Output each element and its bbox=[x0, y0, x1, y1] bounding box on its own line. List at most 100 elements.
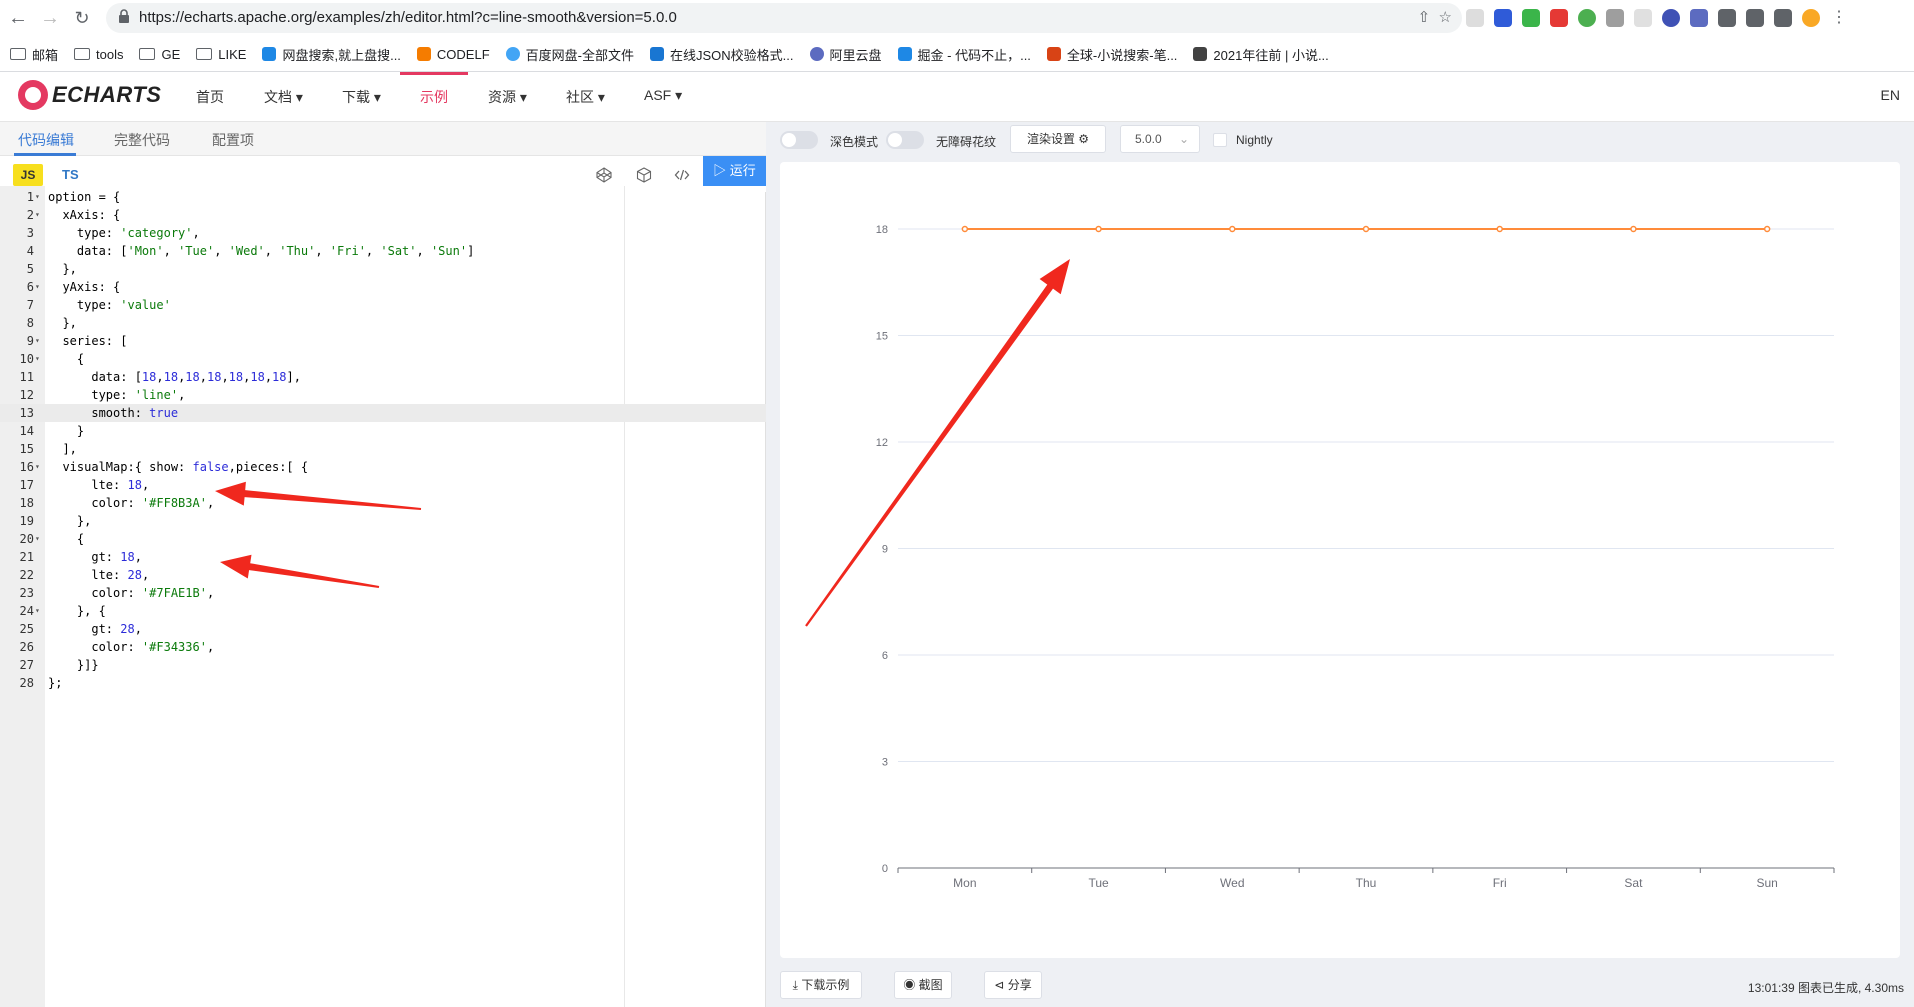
code-line[interactable]: 16 ▾ visualMap:{ show: false,pieces:[ { bbox=[0, 458, 766, 476]
code-line[interactable]: 21 gt: 18, bbox=[0, 548, 766, 566]
folder-icon bbox=[10, 48, 26, 60]
bookmark-folder[interactable]: GE bbox=[139, 47, 180, 62]
code-icon[interactable] bbox=[674, 167, 690, 183]
nightly-checkbox[interactable] bbox=[1213, 133, 1227, 147]
fold-toggle-icon[interactable]: ▾ bbox=[35, 458, 43, 476]
fold-toggle-icon[interactable]: ▾ bbox=[35, 350, 43, 368]
code-line[interactable]: 9 ▾ series: [ bbox=[0, 332, 766, 350]
code-line[interactable]: 4 data: ['Mon', 'Tue', 'Wed', 'Thu', 'Fr… bbox=[0, 242, 766, 260]
bookmark-link[interactable]: 在线JSON校验格式... bbox=[650, 45, 794, 64]
bookmark-link[interactable]: 阿里云盘 bbox=[809, 45, 882, 64]
code-line[interactable]: 19 }, bbox=[0, 512, 766, 530]
code-line[interactable]: 18 color: '#FF8B3A', bbox=[0, 494, 766, 512]
render-settings-button[interactable]: 渲染设置 ⚙ bbox=[1010, 125, 1106, 153]
menu-icon[interactable]: ⋮ bbox=[1830, 9, 1848, 27]
nav-download[interactable]: 下载 ▾ bbox=[342, 87, 381, 107]
code-line[interactable]: 24 ▾ }, { bbox=[0, 602, 766, 620]
nav-home[interactable]: 首页 bbox=[196, 87, 224, 107]
extension-icon[interactable] bbox=[1662, 9, 1680, 27]
fold-toggle-icon[interactable]: ▾ bbox=[35, 602, 43, 620]
code-line[interactable]: 26 color: '#F34336', bbox=[0, 638, 766, 656]
js-toggle[interactable]: JS bbox=[13, 164, 43, 186]
avatar[interactable] bbox=[1802, 9, 1820, 27]
extension-icon[interactable] bbox=[1690, 9, 1708, 27]
version-select[interactable]: 5.0.0 ⌄ bbox=[1120, 125, 1200, 153]
code-editor[interactable]: 1 ▾ option = {2 ▾ xAxis: {3 type: 'category… bbox=[0, 186, 766, 1007]
extension-icon[interactable] bbox=[1522, 9, 1540, 27]
fold-toggle-icon[interactable]: ▾ bbox=[35, 530, 43, 548]
dark-mode-toggle[interactable] bbox=[780, 131, 818, 149]
sidebar-icon[interactable] bbox=[1774, 9, 1792, 27]
code-line[interactable]: 17 lte: 18, bbox=[0, 476, 766, 494]
code-line[interactable]: 25 gt: 28, bbox=[0, 620, 766, 638]
address-bar[interactable]: https://echarts.apache.org/examples/zh/e… bbox=[106, 3, 1462, 33]
code-line[interactable]: 14 } bbox=[0, 422, 766, 440]
fold-toggle-icon[interactable]: ▾ bbox=[35, 332, 43, 350]
line-number: 16 bbox=[19, 460, 34, 474]
download-icon[interactable] bbox=[1746, 9, 1764, 27]
extension-icon[interactable] bbox=[1466, 9, 1484, 27]
fold-toggle-icon[interactable]: ▾ bbox=[35, 206, 43, 224]
bookmark-link[interactable]: 百度网盘-全部文件 bbox=[505, 45, 634, 64]
nav-examples[interactable]: 示例 bbox=[420, 87, 448, 107]
browser-toolbar: ← → ↻ https://echarts.apache.org/example… bbox=[0, 0, 1914, 72]
extension-icon[interactable] bbox=[1634, 9, 1652, 27]
run-button[interactable]: ▷ 运行 bbox=[703, 156, 766, 186]
code-line[interactable]: 10 ▾ { bbox=[0, 350, 766, 368]
bookmark-link[interactable]: CODELF bbox=[416, 47, 490, 62]
code-line[interactable]: 3 type: 'category', bbox=[0, 224, 766, 242]
bookmark-link[interactable]: 全球-小说搜索-笔... bbox=[1046, 45, 1177, 64]
nav-resources[interactable]: 资源 ▾ bbox=[488, 87, 527, 107]
code-line[interactable]: 11 data: [18,18,18,18,18,18,18], bbox=[0, 368, 766, 386]
line-number: 4 bbox=[26, 244, 34, 258]
bookmark-link[interactable]: 网盘搜索,就上盘搜... bbox=[262, 45, 401, 64]
bookmark-link[interactable]: 掘金 - 代码不止，... bbox=[897, 45, 1031, 64]
forward-icon[interactable]: → bbox=[36, 4, 64, 32]
code-line[interactable]: 1 ▾ option = { bbox=[0, 188, 766, 206]
extension-icon[interactable] bbox=[1606, 9, 1624, 27]
fold-toggle-icon[interactable]: ▾ bbox=[35, 278, 43, 296]
bookmark-folder[interactable]: tools bbox=[74, 47, 123, 62]
code-line[interactable]: 13 smooth: true bbox=[0, 404, 766, 422]
tab-code-edit[interactable]: 代码编辑 bbox=[18, 130, 74, 150]
language-switch[interactable]: EN bbox=[1881, 87, 1900, 103]
x-tick-label: Tue bbox=[1088, 876, 1109, 890]
screenshot-button[interactable]: ◉ 截图 bbox=[894, 971, 952, 999]
tab-options[interactable]: 配置项 bbox=[212, 130, 254, 150]
puzzle-icon[interactable] bbox=[1718, 9, 1736, 27]
code-line[interactable]: 2 ▾ xAxis: { bbox=[0, 206, 766, 224]
code-line[interactable]: 22 lte: 28, bbox=[0, 566, 766, 584]
download-example-button[interactable]: ⤓ 下载示例 bbox=[780, 971, 862, 999]
echarts-logo[interactable]: ECHARTS bbox=[18, 80, 161, 110]
reload-icon[interactable]: ↻ bbox=[68, 4, 96, 32]
box-icon[interactable] bbox=[636, 167, 652, 183]
extension-icon[interactable] bbox=[1494, 9, 1512, 27]
code-line[interactable]: 12 type: 'line', bbox=[0, 386, 766, 404]
codepen-icon[interactable] bbox=[596, 167, 612, 183]
code-line[interactable]: 23 color: '#7FAE1B', bbox=[0, 584, 766, 602]
bookmark-link[interactable]: 2021年往前 | 小说... bbox=[1193, 45, 1329, 64]
ts-toggle[interactable]: TS bbox=[62, 164, 79, 186]
tab-full-code[interactable]: 完整代码 bbox=[114, 130, 170, 150]
extension-icon[interactable] bbox=[1550, 9, 1568, 27]
code-line[interactable]: 5 }, bbox=[0, 260, 766, 278]
decal-toggle[interactable] bbox=[886, 131, 924, 149]
code-line[interactable]: 7 type: 'value' bbox=[0, 296, 766, 314]
code-line[interactable]: 27 }]} bbox=[0, 656, 766, 674]
bookmark-star-icon[interactable]: ⇧ ☆ bbox=[1418, 8, 1452, 26]
extension-icon[interactable] bbox=[1578, 9, 1596, 27]
bookmark-folder[interactable]: 邮箱 bbox=[10, 45, 58, 64]
fold-toggle-icon[interactable]: ▾ bbox=[35, 188, 43, 206]
code-line[interactable]: 28}; bbox=[0, 674, 766, 692]
nav-community[interactable]: 社区 ▾ bbox=[566, 87, 605, 107]
code-line[interactable]: 8 }, bbox=[0, 314, 766, 332]
y-tick-label: 9 bbox=[882, 544, 888, 556]
code-line[interactable]: 20 ▾ { bbox=[0, 530, 766, 548]
share-button[interactable]: ⊲ 分享 bbox=[984, 971, 1042, 999]
back-icon[interactable]: ← bbox=[4, 4, 32, 32]
nav-docs[interactable]: 文档 ▾ bbox=[264, 87, 303, 107]
code-line[interactable]: 6 ▾ yAxis: { bbox=[0, 278, 766, 296]
nav-asf[interactable]: ASF ▾ bbox=[644, 87, 682, 104]
bookmark-folder[interactable]: LIKE bbox=[196, 47, 246, 62]
code-line[interactable]: 15 ], bbox=[0, 440, 766, 458]
